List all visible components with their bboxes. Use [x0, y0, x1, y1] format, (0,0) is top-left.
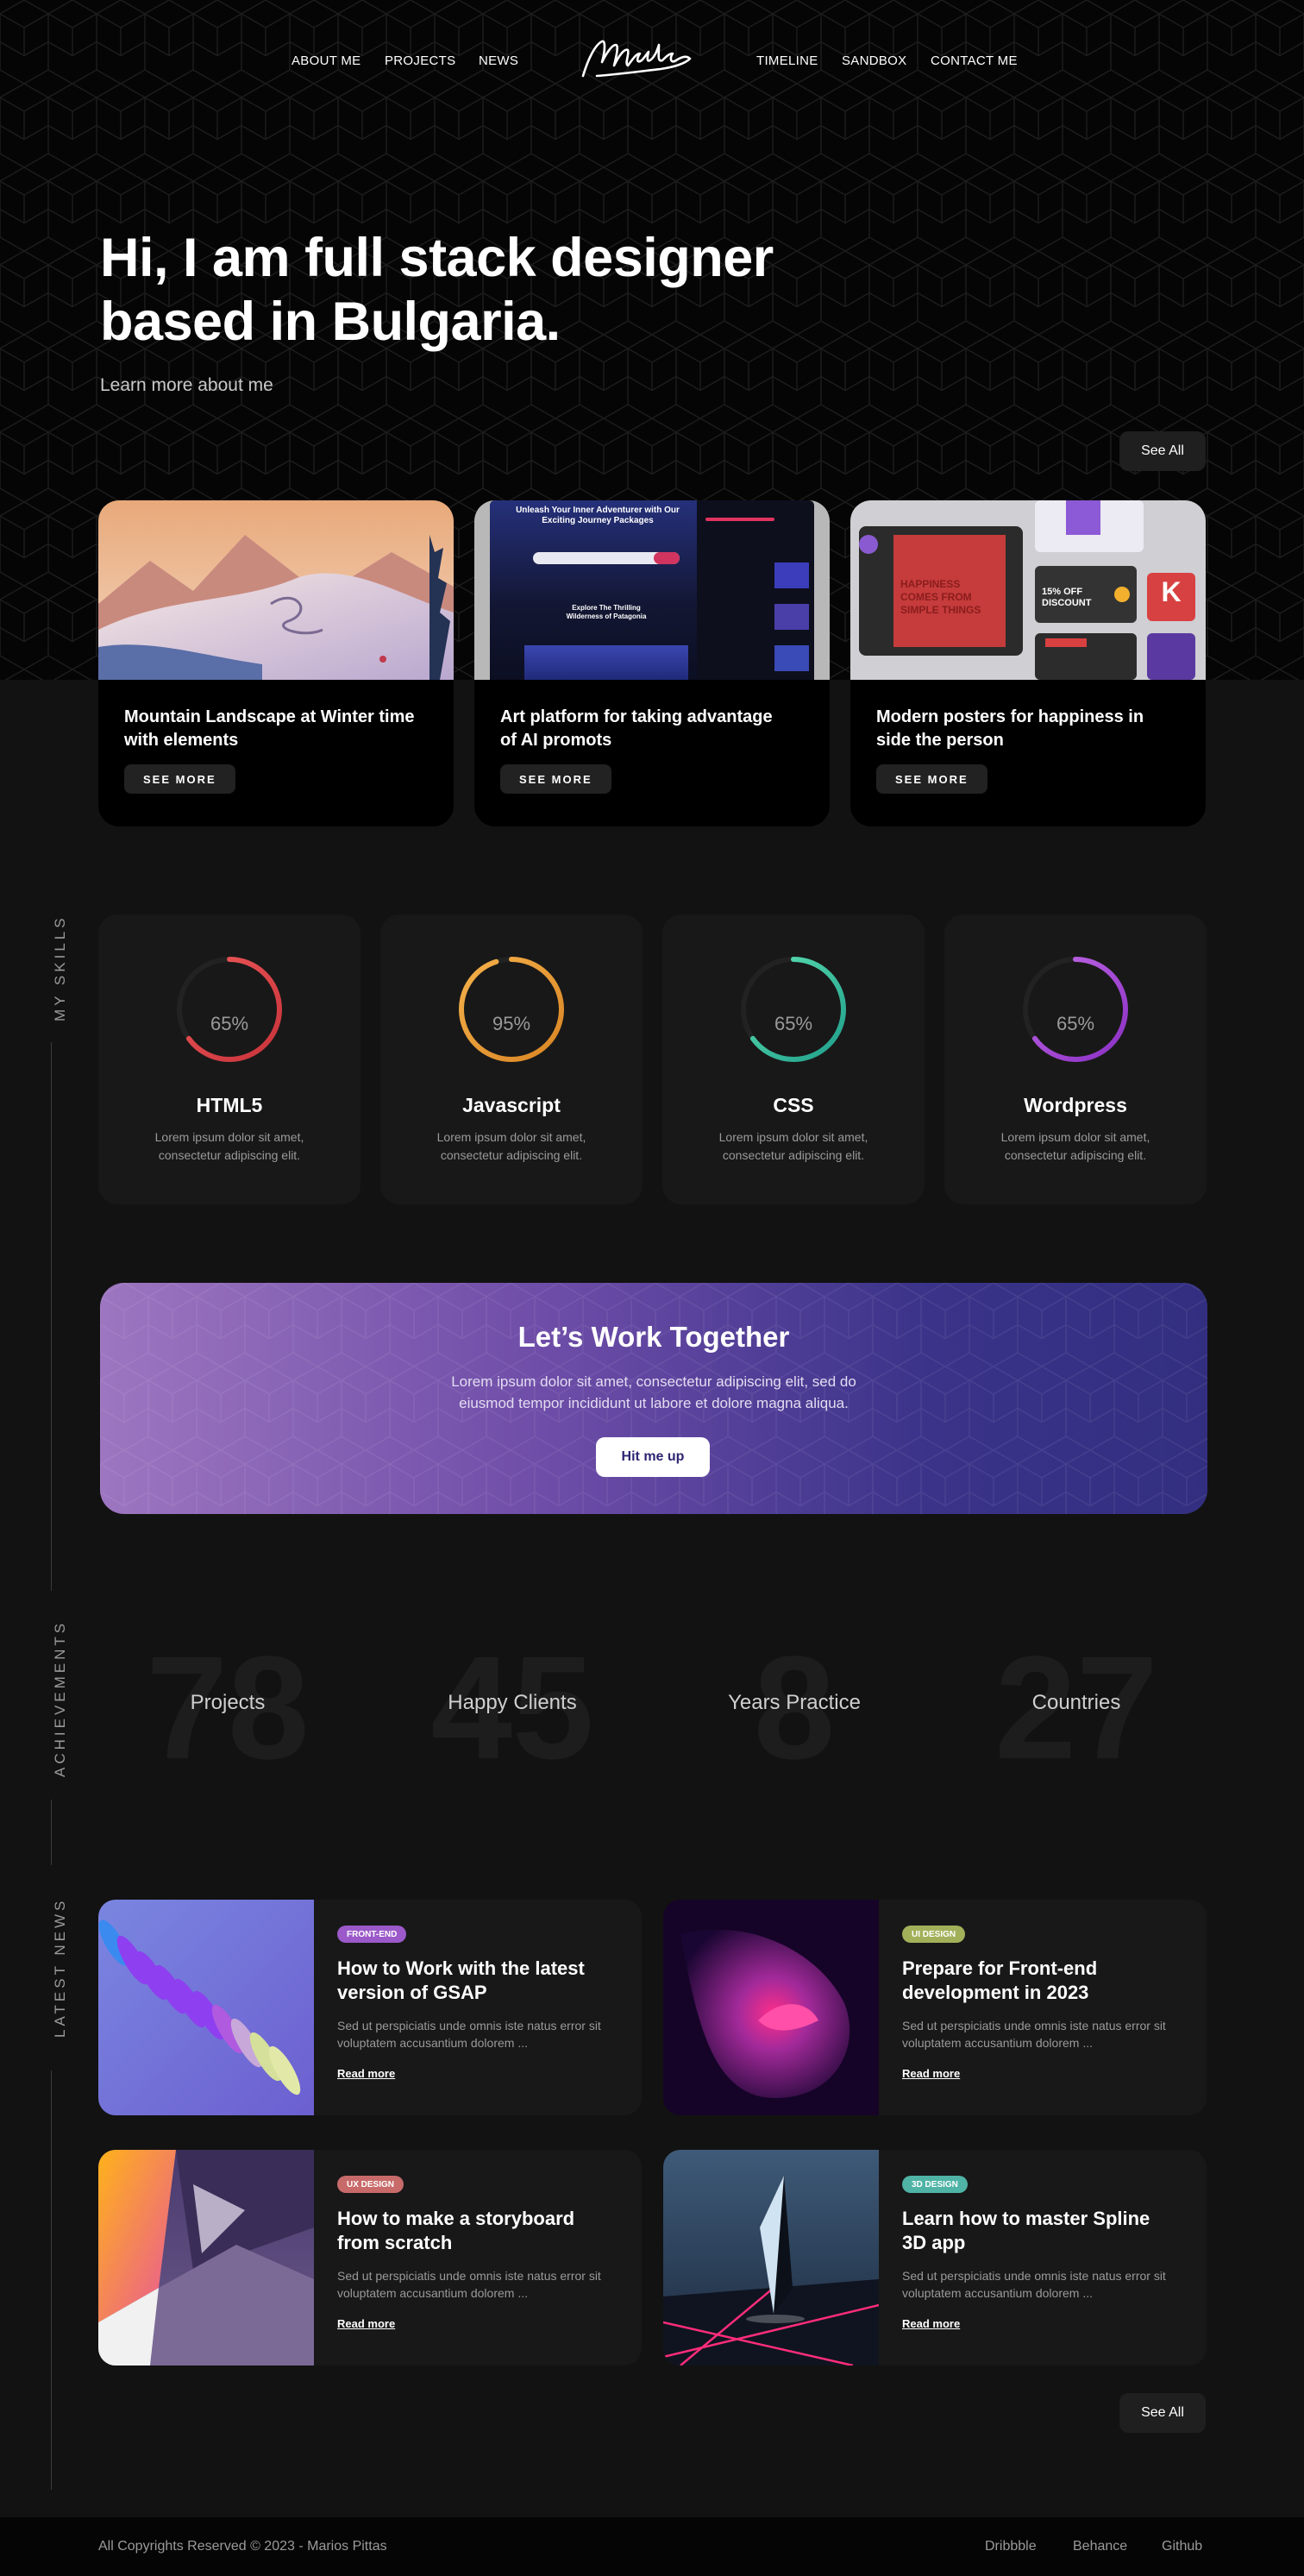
k-icon: K [1161, 576, 1182, 607]
skill-progress-ring [741, 957, 846, 1062]
skill-description: Lorem ipsum dolor sit amet, consectetur … [436, 1130, 586, 1162]
skill-description: Lorem ipsum dolor sit amet, consectetur … [154, 1130, 304, 1162]
side-label-news: LATEST NEWS [52, 1897, 68, 2038]
side-divider [51, 1042, 52, 1591]
skill-name: CSS [773, 1094, 814, 1116]
ai-platform-thumbnail: Unleash Your Inner Adventurer with Our E… [474, 500, 830, 680]
news-card[interactable]: 3D DESIGN Learn how to master Spline 3D … [663, 2150, 1207, 2366]
skill-description: Lorem ipsum dolor sit amet, consectetur … [718, 1130, 868, 1162]
skill-progress-arc [459, 957, 564, 1062]
category-badge: UI DESIGN [902, 1926, 966, 1943]
project-title: Art platform for taking advantage of AI … [500, 707, 773, 750]
category-badge: 3D DESIGN [902, 2176, 968, 2193]
news-title[interactable]: How to make a storyboard from scratch [337, 2207, 613, 2255]
see-more-button[interactable]: SEE MORE [124, 764, 235, 794]
skill-name: Wordpress [1024, 1094, 1127, 1116]
see-more-button[interactable]: SEE MORE [500, 764, 611, 794]
skill-card: 95% Javascript Lorem ipsum dolor sit amet,… [380, 914, 643, 1204]
read-more-link[interactable]: Read more [337, 2317, 395, 2330]
work-together-banner: Let’s Work Together Lorem ipsum dolor si… [100, 1283, 1207, 1514]
achievement-item: 78 Projects [90, 1630, 366, 1786]
category-badge: FRONT-END [337, 1926, 407, 1943]
read-more-link[interactable]: Read more [902, 2067, 960, 2080]
news-excerpt: Sed ut perspiciatis unde omnis iste natu… [337, 2019, 601, 2050]
news-title[interactable]: Learn how to master Spline 3D app [902, 2207, 1178, 2255]
skill-percent: 95% [492, 1013, 531, 1034]
skill-name: HTML5 [196, 1094, 263, 1116]
spline-crystal-image [663, 2150, 879, 2366]
news-excerpt: Sed ut perspiciatis unde omnis iste natu… [902, 2269, 1166, 2300]
skill-card: 65% Wordpress Lorem ipsum dolor sit amet, … [944, 914, 1207, 1204]
discount-text: 15% OFF DISCOUNT [1042, 587, 1092, 608]
cta-title: Let’s Work Together [517, 1321, 790, 1353]
side-divider [51, 1800, 52, 1865]
thumb-subheading: Explore The Thrilling Wilderness of Pata… [566, 604, 647, 620]
side-divider [51, 2070, 52, 2490]
posters-thumbnail: HAPPINESS COMES FROM SIMPLE THINGS 15% O… [850, 500, 1206, 680]
side-label-skills: MY SKILLS [52, 914, 68, 1021]
achievement-label: Projects [190, 1691, 266, 1714]
achievement-label: Years Practice [728, 1691, 861, 1714]
footer-link-behance[interactable]: Behance [1073, 2539, 1127, 2554]
skill-percent: 65% [774, 1013, 813, 1034]
news-card[interactable]: UI DESIGN Prepare for Front-end developm… [663, 1900, 1207, 2115]
project-title: Modern posters for happiness in side the… [876, 707, 1144, 750]
learn-more-link[interactable]: Learn more about me [100, 375, 273, 396]
poster-text: HAPPINESS COMES FROM SIMPLE THINGS [900, 578, 981, 616]
achievement-item: 45 Happy Clients [374, 1630, 650, 1786]
achievement-item: 8 Years Practice [656, 1630, 932, 1786]
achievement-item: 27 Countries [938, 1630, 1214, 1786]
footer-link-dribbble[interactable]: Dribbble [985, 2539, 1037, 2554]
news-excerpt: Sed ut perspiciatis unde omnis iste natu… [902, 2019, 1166, 2050]
abstract-pink-image [663, 1900, 879, 2115]
skill-percent: 65% [210, 1013, 249, 1034]
copyright-text: All Copyrights Reserved © 2023 - Marios … [98, 2539, 387, 2554]
skill-progress-ring [177, 957, 282, 1062]
skill-name: Javascript [462, 1094, 561, 1116]
read-more-link[interactable]: Read more [902, 2317, 960, 2330]
nav-sandbox[interactable]: SANDBOX [842, 53, 906, 68]
side-label-achievements: ACHIEVEMENTS [52, 1619, 68, 1777]
project-card[interactable]: Unleash Your Inner Adventurer with Our E… [474, 500, 830, 826]
achievement-label: Happy Clients [448, 1691, 577, 1714]
nav-projects[interactable]: PROJECTS [385, 53, 455, 68]
skill-card: 65% HTML5 Lorem ipsum dolor sit amet, cons… [98, 914, 360, 1204]
winter-landscape-thumbnail [98, 500, 454, 680]
cta-text: Lorem ipsum dolor sit amet, consectetur … [451, 1373, 856, 1411]
projects-see-all-button[interactable]: See All [1119, 431, 1206, 471]
skill-progress-ring [459, 957, 564, 1062]
storyboard-abstract-image [98, 2150, 314, 2366]
read-more-link[interactable]: Read more [337, 2067, 395, 2080]
thumb-heading: Unleash Your Inner Adventurer with Our E… [516, 506, 680, 525]
top-nav: ABOUT ME PROJECTS NEWS TIMELINE SANDBOX … [0, 0, 1304, 121]
news-see-all-button[interactable]: See All [1119, 2393, 1206, 2433]
footer-link-github[interactable]: Github [1162, 2539, 1202, 2554]
news-title[interactable]: Prepare for Front-end development in 202… [902, 1957, 1178, 2005]
see-more-button[interactable]: SEE MORE [876, 764, 987, 794]
project-title: Mountain Landscape at Winter time with e… [124, 707, 415, 750]
hit-me-up-button[interactable]: Hit me up [596, 1437, 710, 1477]
footer: All Copyrights Reserved © 2023 - Marios … [0, 2517, 1304, 2576]
news-excerpt: Sed ut perspiciatis unde omnis iste natu… [337, 2269, 601, 2300]
nav-timeline[interactable]: TIMELINE [756, 53, 818, 68]
news-title[interactable]: How to Work with the latest version of G… [337, 1957, 613, 2005]
gsap-spiral-image [98, 1900, 314, 2115]
skill-progress-ring [1023, 957, 1128, 1062]
category-badge: UX DESIGN [337, 2176, 404, 2193]
skill-card: 65% CSS Lorem ipsum dolor sit amet, consec… [662, 914, 925, 1204]
achievement-label: Countries [1031, 1691, 1121, 1714]
project-card[interactable]: Mountain Landscape at Winter time with e… [98, 500, 454, 826]
nav-about-me[interactable]: ABOUT ME [292, 53, 360, 68]
skill-description: Lorem ipsum dolor sit amet, consectetur … [1000, 1130, 1150, 1162]
skill-percent: 65% [1056, 1013, 1095, 1034]
hero-title: Hi, I am full stack designer based in Bu… [100, 228, 774, 352]
nav-news[interactable]: NEWS [479, 53, 518, 68]
nav-contact-me[interactable]: CONTACT ME [931, 53, 1018, 68]
news-card[interactable]: FRONT-END How to Work with the latest ve… [98, 1900, 642, 2115]
signature-logo[interactable] [576, 33, 705, 91]
news-card[interactable]: UX DESIGN How to make a storyboard from … [98, 2150, 642, 2366]
project-card[interactable]: HAPPINESS COMES FROM SIMPLE THINGS 15% O… [850, 500, 1206, 826]
